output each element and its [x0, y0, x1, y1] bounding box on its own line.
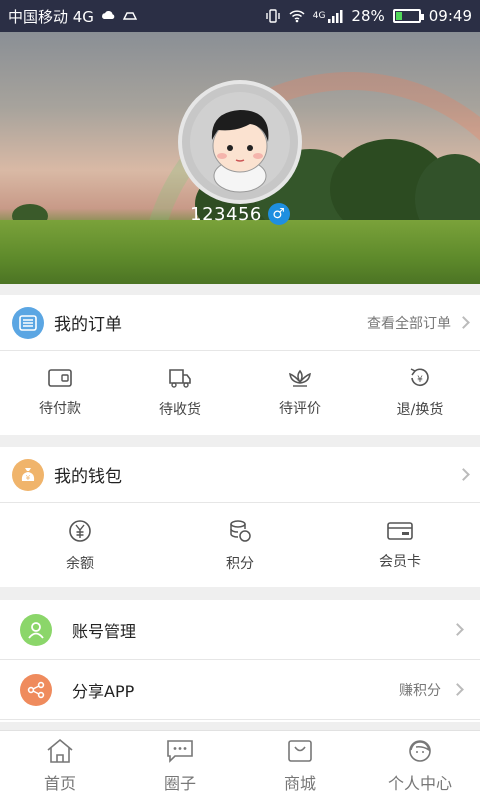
tab-label: 商城 [283, 773, 316, 793]
menu-extra [451, 623, 464, 636]
chevron-right-icon [451, 683, 464, 696]
chat-icon [167, 739, 193, 763]
tab-circle[interactable]: 圈子 [120, 731, 240, 800]
wallet-item-label: 会员卡 [379, 554, 421, 570]
svg-text:¥: ¥ [26, 474, 31, 482]
orders-card: 我的订单 查看全部订单 待付款 待收货 待评价 ¥ 退/换货 [0, 295, 480, 435]
battery-icon [392, 9, 424, 23]
wallet-item-label: 余额 [66, 556, 94, 572]
svg-text:¥: ¥ [417, 375, 423, 385]
account-icon [20, 613, 52, 646]
order-status-grid: 待付款 待收货 待评价 ¥ 退/换货 [0, 351, 480, 435]
share-icon [20, 673, 52, 706]
tab-profile[interactable]: 个人中心 [360, 731, 480, 800]
share-app-row[interactable]: 分享APP 赚积分 [0, 660, 480, 720]
order-list-icon [12, 306, 44, 339]
wallet-grid: 余额 积分 会员卡 [0, 503, 480, 589]
orders-header[interactable]: 我的订单 查看全部订单 [0, 295, 480, 351]
tab-shop[interactable]: 商城 [240, 731, 360, 800]
shop-icon [288, 739, 312, 762]
earn-points-label: 赚积分 [399, 682, 441, 699]
order-status-label: 待评价 [279, 401, 321, 417]
username-row: 123456 ♂ [0, 203, 480, 225]
menu-label: 账号管理 [72, 621, 137, 641]
wallet-icon [48, 369, 72, 387]
order-pending-receipt[interactable]: 待收货 [120, 351, 240, 435]
status-bar: 中国移动 4G 4G 28% 09:49 [0, 0, 480, 32]
wallet-card: ¥ 我的钱包 余额 积分 会员卡 [0, 447, 480, 587]
vibrate-icon [266, 9, 280, 23]
lotus-icon [289, 369, 311, 387]
wallet-member-card[interactable]: 会员卡 [320, 503, 480, 589]
home-icon [47, 738, 73, 763]
yen-icon [69, 520, 91, 542]
profile-icon [409, 739, 431, 762]
chevron-right-icon [457, 316, 470, 329]
cloud-icon [102, 10, 115, 19]
signal-icon [328, 10, 343, 23]
settings-menu: 账号管理 分享APP 赚积分 [0, 600, 480, 722]
view-all-orders-link[interactable]: 查看全部订单 [367, 313, 470, 333]
notification-icon [122, 12, 138, 20]
wallet-header[interactable]: ¥ 我的钱包 [0, 447, 480, 503]
order-pending-payment[interactable]: 待付款 [0, 351, 120, 435]
battery-percent: 28% [351, 7, 385, 25]
truck-icon [169, 369, 191, 388]
carrier-label: 中国移动 4G [8, 7, 94, 26]
signal-label: 4G [312, 11, 326, 21]
male-gender-icon: ♂ [267, 203, 290, 225]
tab-home[interactable]: 首页 [0, 731, 120, 800]
wallet-item-label: 积分 [226, 556, 254, 572]
card-icon [387, 522, 413, 540]
background-ground [0, 220, 480, 284]
tab-label: 个人中心 [387, 773, 452, 793]
profile-header: 123456 ♂ [0, 32, 480, 284]
order-status-label: 待收货 [159, 402, 201, 418]
wallet-balance[interactable]: 余额 [0, 503, 160, 589]
view-all-orders-label: 查看全部订单 [367, 315, 451, 332]
clock: 09:49 [428, 7, 472, 25]
chevron-right-icon [451, 623, 464, 636]
avatar[interactable] [178, 80, 302, 204]
order-status-label: 退/换货 [396, 402, 444, 418]
tab-label: 圈子 [163, 773, 196, 793]
wallet-title: 我的钱包 [54, 467, 122, 487]
order-refund[interactable]: ¥ 退/换货 [360, 351, 480, 435]
bottom-tab-bar: 首页 圈子 商城 个人中心 [0, 730, 480, 800]
coins-icon [230, 520, 251, 542]
username: 123456 [190, 203, 262, 225]
wallet-more-link[interactable] [457, 468, 470, 481]
chevron-right-icon [457, 468, 470, 481]
order-pending-review[interactable]: 待评价 [240, 351, 360, 435]
refund-icon: ¥ [410, 368, 429, 387]
menu-extra: 赚积分 [399, 680, 464, 700]
account-management-row[interactable]: 账号管理 [0, 600, 480, 660]
wallet-points[interactable]: 积分 [160, 503, 320, 589]
tab-label: 首页 [43, 773, 76, 793]
cartoon-boy-avatar-icon [190, 92, 290, 193]
order-status-label: 待付款 [39, 401, 81, 417]
orders-title: 我的订单 [54, 315, 122, 335]
wifi-icon [289, 10, 305, 23]
menu-label: 分享APP [72, 681, 135, 701]
money-bag-icon: ¥ [12, 458, 44, 491]
